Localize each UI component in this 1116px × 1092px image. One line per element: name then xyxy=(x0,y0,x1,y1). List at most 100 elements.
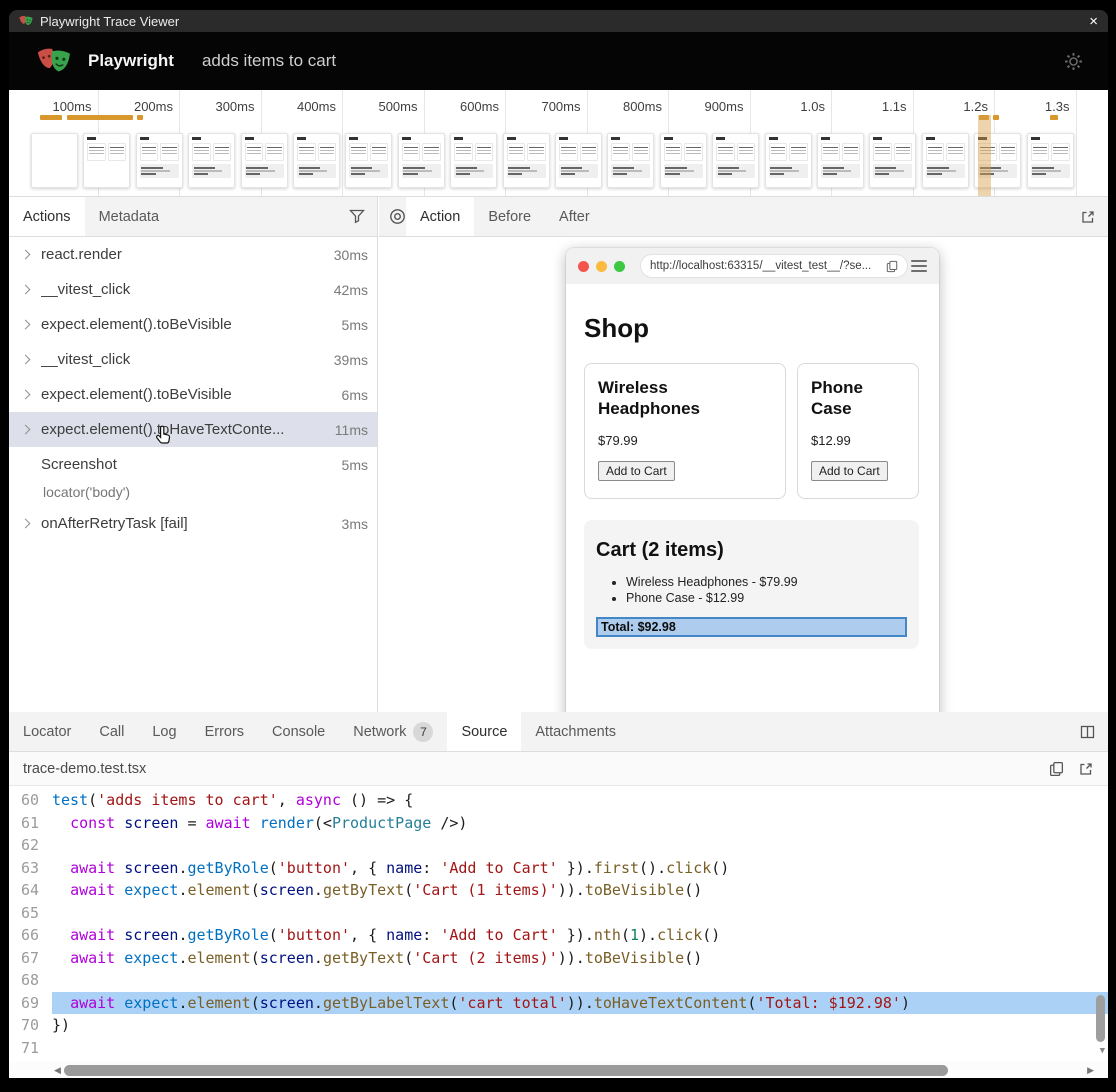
filmstrip-thumbnail[interactable] xyxy=(869,133,916,188)
filmstrip-thumbnail[interactable] xyxy=(31,133,78,188)
chevron-right-icon[interactable] xyxy=(21,320,31,330)
filmstrip-thumbnail[interactable] xyxy=(1027,133,1074,188)
code-line: 69 await expect.element(screen.getByLabe… xyxy=(9,992,1108,1015)
timeline-tick-label: 1.1s xyxy=(827,99,907,114)
line-number: 60 xyxy=(9,789,39,812)
filmstrip-thumbnail[interactable] xyxy=(922,133,969,188)
action-row[interactable]: Screenshot5ms xyxy=(9,447,377,482)
timeline-activity-mark xyxy=(67,115,133,120)
action-row[interactable]: __vitest_click39ms xyxy=(9,342,377,377)
copy-source-icon[interactable] xyxy=(1049,761,1064,777)
open-source-external-icon[interactable] xyxy=(1078,761,1094,777)
filmstrip-thumbnail[interactable] xyxy=(450,133,497,188)
browser-menu-icon[interactable] xyxy=(911,257,927,275)
action-row[interactable]: onAfterRetryTask [fail]3ms xyxy=(9,506,377,541)
tab-call[interactable]: Call xyxy=(85,712,138,751)
filmstrip-thumbnail[interactable] xyxy=(136,133,183,188)
chevron-right-icon[interactable] xyxy=(21,519,31,529)
window-title: Playwright Trace Viewer xyxy=(40,14,179,29)
tab-before[interactable]: Before xyxy=(474,197,545,236)
action-label: Screenshot xyxy=(41,456,117,473)
timeline-selected-range xyxy=(978,115,991,196)
timeline[interactable]: 100ms200ms300ms400ms500ms600ms700ms800ms… xyxy=(9,90,1108,197)
tab-actions[interactable]: Actions xyxy=(9,197,85,236)
timeline-tick-label: 1.0s xyxy=(745,99,825,114)
vertical-scrollbar[interactable] xyxy=(1096,995,1105,1042)
filmstrip-thumbnail[interactable] xyxy=(398,133,445,188)
snapshot-panel: ActionBeforeAfter http://localhost:63315… xyxy=(379,197,1108,712)
action-row[interactable]: expect.element().toBeVisible5ms xyxy=(9,307,377,342)
line-content: await expect.element(screen.getByText('C… xyxy=(52,879,1108,902)
target-icon[interactable] xyxy=(389,208,406,225)
filmstrip-thumbnail[interactable] xyxy=(241,133,288,188)
filmstrip-thumbnail[interactable] xyxy=(660,133,707,188)
trace-viewer-window: Playwright Trace Viewer × Playwright add… xyxy=(9,10,1108,1078)
horizontal-scrollbar[interactable]: ◀ ▶ xyxy=(9,1062,1108,1078)
close-icon[interactable]: × xyxy=(1089,14,1098,29)
timeline-activity-mark xyxy=(40,115,62,120)
address-bar[interactable]: http://localhost:63315/__vitest_test__/?… xyxy=(640,254,908,278)
action-duration: 42ms xyxy=(326,282,368,298)
tab-attachments[interactable]: Attachments xyxy=(521,712,630,751)
timeline-tick-label: 200ms xyxy=(93,99,173,114)
open-external-icon[interactable] xyxy=(1080,209,1096,225)
code-line: 63 await screen.getByRole('button', { na… xyxy=(9,857,1108,880)
tab-console[interactable]: Console xyxy=(258,712,339,751)
action-row[interactable]: expect.element().toBeVisible6ms xyxy=(9,377,377,412)
filmstrip-thumbnail[interactable] xyxy=(712,133,759,188)
actions-panel: ActionsMetadata react.render30ms__vitest… xyxy=(9,197,378,712)
filmstrip-thumbnail[interactable] xyxy=(817,133,864,188)
timeline-tick-label: 100ms xyxy=(12,99,92,114)
tab-errors[interactable]: Errors xyxy=(191,712,258,751)
tab-action[interactable]: Action xyxy=(406,197,474,236)
filmstrip-thumbnail[interactable] xyxy=(345,133,392,188)
filmstrip-thumbnail[interactable] xyxy=(765,133,812,188)
filmstrip-thumbnail[interactable] xyxy=(555,133,602,188)
product-price: $79.99 xyxy=(598,433,772,448)
chevron-right-icon[interactable] xyxy=(21,355,31,365)
scroll-down-icon[interactable]: ▼ xyxy=(1100,1046,1105,1056)
filmstrip-thumbnail[interactable] xyxy=(188,133,235,188)
tab-after[interactable]: After xyxy=(545,197,604,236)
action-duration: 11ms xyxy=(327,422,368,438)
tab-metadata[interactable]: Metadata xyxy=(85,197,173,236)
product-card: Phone Case $12.99 Add to Cart xyxy=(797,363,919,499)
test-title: adds items to cart xyxy=(202,51,336,71)
action-row[interactable]: react.render30ms xyxy=(9,237,377,272)
code-line: 65 xyxy=(9,902,1108,925)
filter-icon[interactable] xyxy=(349,209,365,224)
add-to-cart-button[interactable]: Add to Cart xyxy=(598,461,675,481)
title-bar: Playwright Trace Viewer × xyxy=(9,10,1108,32)
copy-url-icon[interactable] xyxy=(886,260,898,273)
tab-source[interactable]: Source xyxy=(447,712,521,751)
filmstrip-thumbnail[interactable] xyxy=(293,133,340,188)
add-to-cart-button[interactable]: Add to Cart xyxy=(811,461,888,481)
chevron-right-icon[interactable] xyxy=(21,390,31,400)
filmstrip-thumbnail[interactable] xyxy=(607,133,654,188)
playwright-masks-icon xyxy=(19,14,33,28)
split-columns-icon[interactable] xyxy=(1079,724,1096,740)
tab-log[interactable]: Log xyxy=(138,712,190,751)
line-content: test('adds items to cart', async () => { xyxy=(52,789,1108,812)
traffic-light-zoom-icon[interactable] xyxy=(614,261,625,272)
filmstrip-thumbnail[interactable] xyxy=(83,133,130,188)
line-content: await expect.element(screen.getByLabelTe… xyxy=(52,992,1108,1015)
scroll-left-icon[interactable]: ◀ xyxy=(54,1065,61,1076)
tab-locator[interactable]: Locator xyxy=(9,712,85,751)
action-label: react.render xyxy=(41,246,122,263)
gear-icon[interactable] xyxy=(1063,51,1084,72)
horizontal-scrollbar-thumb[interactable] xyxy=(64,1065,948,1076)
traffic-light-close-icon[interactable] xyxy=(578,261,589,272)
scroll-right-icon[interactable]: ▶ xyxy=(1087,1065,1094,1076)
chevron-right-icon[interactable] xyxy=(21,425,31,435)
timeline-activity-mark xyxy=(993,115,999,120)
tab-network[interactable]: Network7 xyxy=(339,712,447,751)
chevron-right-icon[interactable] xyxy=(21,285,31,295)
code-line: 68 xyxy=(9,969,1108,992)
action-row[interactable]: expect.element().toHaveTextConte...11ms xyxy=(9,412,377,447)
filmstrip-thumbnail[interactable] xyxy=(503,133,550,188)
chevron-right-icon[interactable] xyxy=(21,250,31,260)
action-row[interactable]: __vitest_click42ms xyxy=(9,272,377,307)
cart-item: Phone Case - $12.99 xyxy=(626,591,907,605)
traffic-light-minimize-icon[interactable] xyxy=(596,261,607,272)
